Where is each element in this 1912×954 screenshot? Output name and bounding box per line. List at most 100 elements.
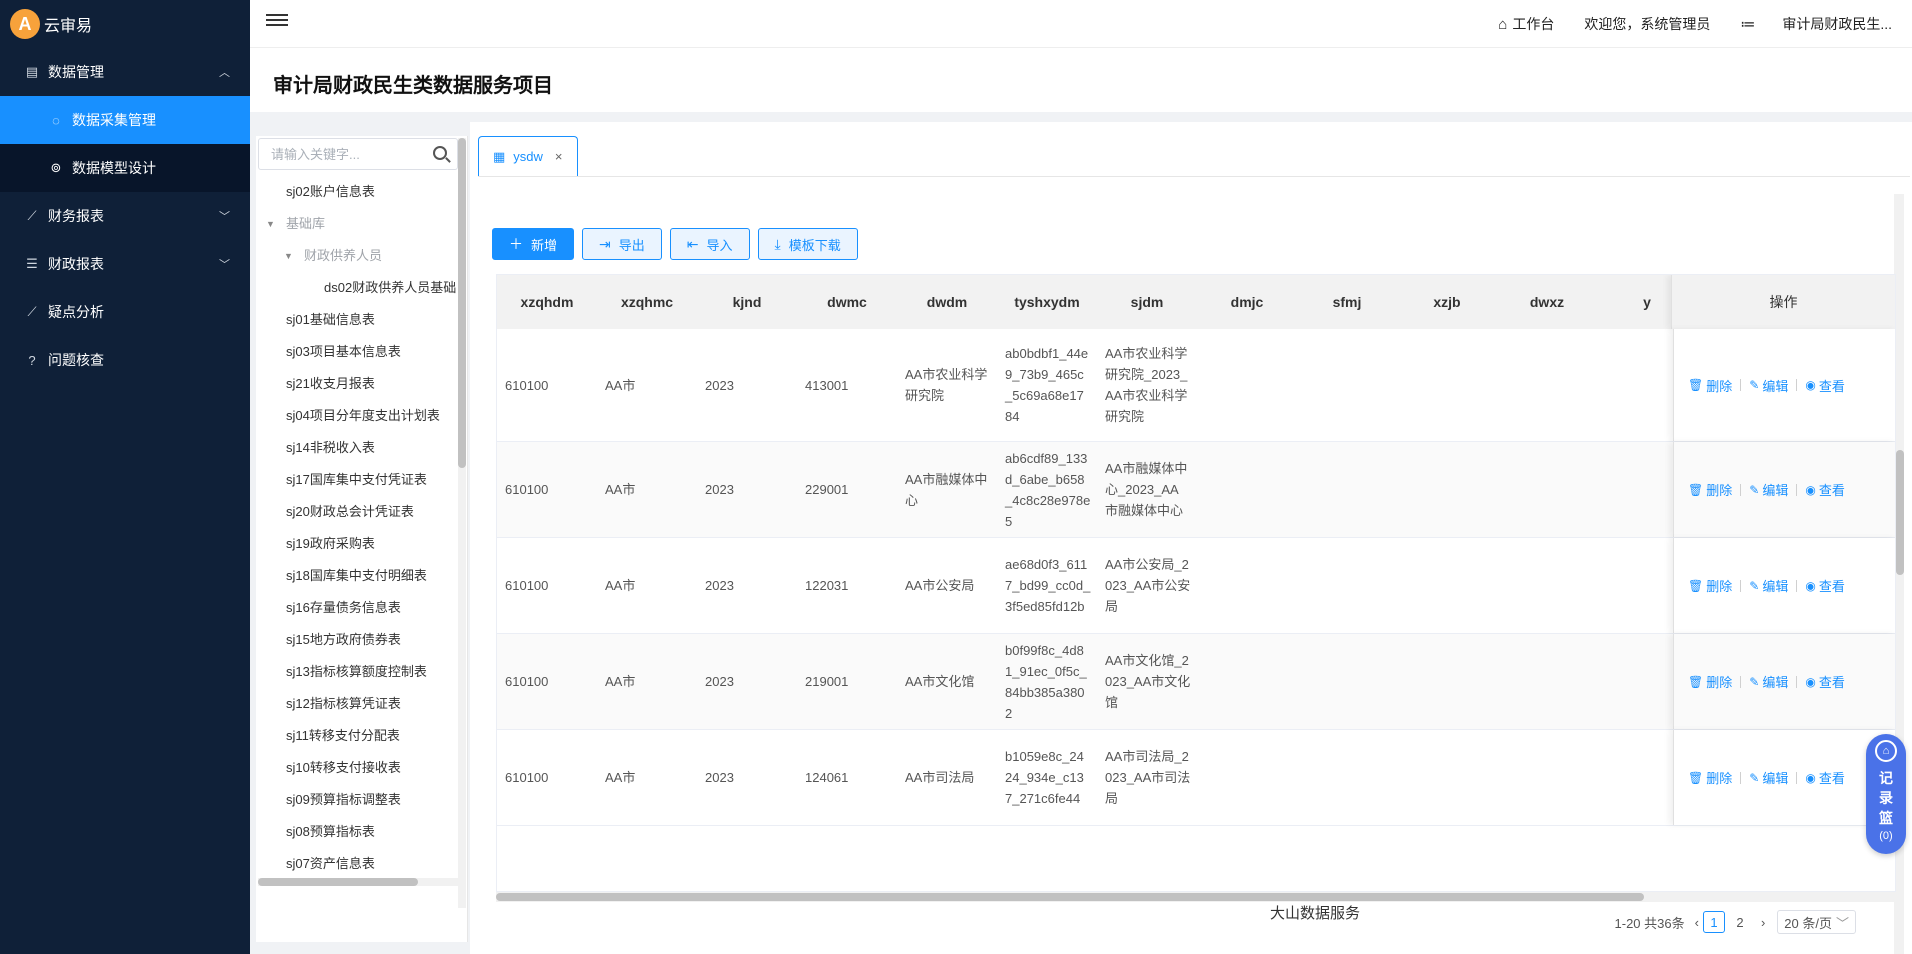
table-cell: 610100 [505,578,549,593]
table-cell [1397,634,1497,729]
tree-node-folder[interactable]: ▼ 基础库 [256,208,456,240]
org-switcher[interactable]: ≔ 审计局财政民生... [1740,14,1892,34]
column-header[interactable]: dwxz [1497,275,1597,329]
tree-node[interactable]: sj16存量债务信息表 [256,592,456,624]
menu-label: 财务报表 [48,208,104,224]
tree-node[interactable]: sj17国库集中支付凭证表 [256,464,456,496]
menu-data-management[interactable]: ▤ 数据管理 ︿ [0,48,250,96]
view-button[interactable]: ◉ 查看 [1805,768,1845,787]
separator [1796,379,1798,391]
tree-node[interactable]: sj13指标核算额度控制表 [256,656,456,688]
database-icon: ▤ [25,64,39,79]
view-button[interactable]: ◉ 查看 [1805,376,1845,395]
tree-node[interactable]: sj01基础信息表 [256,304,456,336]
edit-button[interactable]: ✎ 编辑 [1749,672,1788,691]
tree-search-input[interactable] [259,139,429,169]
logo[interactable]: A 云审易 [0,0,250,48]
edit-button[interactable]: ✎ 编辑 [1749,576,1788,595]
column-header[interactable]: xzjb [1397,275,1497,329]
menu-financial-reports[interactable]: ⟋ 财务报表 ﹀ [0,192,250,240]
search-icon[interactable] [433,146,447,160]
data-table: xzqhdm xzqhmc kjnd dwmc dwdm tyshxydm sj… [496,274,1896,892]
export-button[interactable]: ⇥ 导出 [582,228,662,260]
edit-button[interactable]: ✎ 编辑 [1749,376,1788,395]
tree-node[interactable]: sj07资产信息表 [256,848,456,876]
table-row: 610100 AA市 2023 122031 AA市公安局 ae68d0f3_6117_b… [497,538,1895,634]
tree-node[interactable]: sj20财政总会计凭证表 [256,496,456,528]
tree-node[interactable]: sj14非税收入表 [256,432,456,464]
prev-page-icon[interactable]: ‹ [1695,915,1699,930]
tree-node[interactable]: sj12指标核算凭证表 [256,688,456,720]
tree-node[interactable]: sj09预算指标调整表 [256,784,456,816]
plus-icon: ＋ [509,236,523,252]
tree-node[interactable]: sj08预算指标表 [256,816,456,848]
next-page-icon[interactable]: › [1761,915,1765,930]
tree-node[interactable]: sj11转移支付分配表 [256,720,456,752]
view-button[interactable]: ◉ 查看 [1805,576,1845,595]
tree-node[interactable]: sj18国库集中支付明细表 [256,560,456,592]
edit-button-label: 编辑 [1762,771,1789,786]
workbench-link[interactable]: ⌂ 工作台 [1498,14,1554,34]
table-cell: b1059e8c_2424_934e_c137_271c6fe44 [1005,749,1084,806]
tab-ysdw[interactable]: ▦ ysdw × [478,136,578,176]
column-header[interactable]: dwdm [897,275,997,329]
column-header[interactable]: sfmj [1297,275,1397,329]
tree-node[interactable]: sj10转移支付接收表 [256,752,456,784]
column-header[interactable]: sjdm [1097,275,1197,329]
sidebar-item-data-collection[interactable]: ◌ 数据采集管理 [0,96,250,144]
edit-icon: ✎ [1749,770,1760,785]
table-horizontal-scrollbar[interactable] [496,892,1896,902]
delete-button[interactable]: 🗑 删除 [1688,480,1732,499]
import-button[interactable]: ⇤ 导入 [669,228,750,260]
tree-node[interactable]: sj03项目基本信息表 [256,336,456,368]
menu-suspicious-analysis[interactable]: ⟋ 疑点分析 [0,288,250,336]
table-cell [1297,329,1397,441]
tree-node-folder[interactable]: ▼ 财政供养人员 [256,240,456,272]
edit-button[interactable]: ✎ 编辑 [1749,480,1788,499]
record-basket[interactable]: ⌂ 记 录 篮 (0) [1866,734,1906,854]
page-2[interactable]: 2 [1729,911,1751,933]
template-download-button[interactable]: ⤓ 模板下载 [757,228,858,260]
table-row: 610100 AA市 2023 124061 AA市司法局 b1059e8c_2424_9… [497,730,1895,826]
tree-node[interactable]: sj19政府采购表 [256,528,456,560]
table-cell: 2023 [705,770,734,785]
edit-button-label: 编辑 [1762,483,1789,498]
delete-button[interactable]: 🗑 删除 [1688,576,1732,595]
sidebar-item-data-model[interactable]: ⊚ 数据模型设计 [0,144,250,192]
column-header[interactable]: dwmc [797,275,897,329]
tree-node[interactable]: sj21收支月报表 [256,368,456,400]
add-button[interactable]: ＋ 新增 [492,228,575,260]
column-header[interactable]: xzqhmc [597,275,697,329]
column-header[interactable]: kjnd [697,275,797,329]
tree-horizontal-scrollbar[interactable] [258,878,458,886]
column-header[interactable]: dmjc [1197,275,1297,329]
delete-button[interactable]: 🗑 删除 [1688,768,1732,787]
column-header[interactable]: tyshxydm [997,275,1097,329]
table-cell: 413001 [805,377,849,393]
tree-vertical-scrollbar[interactable] [458,138,466,908]
close-icon[interactable]: × [555,149,563,164]
page-1[interactable]: 1 [1702,911,1725,933]
page-size-value: 20 条/页 [1784,915,1832,931]
collapse-menu-icon[interactable] [266,11,288,31]
table-cell: AA市 [605,482,636,497]
eye-icon: ◉ [1805,378,1816,392]
tree-node[interactable]: sj02账户信息表 [256,176,456,208]
column-header[interactable]: xzqhdm [497,275,597,329]
tree-node[interactable]: sj15地方政府债券表 [256,624,456,656]
table-row: 610100 AA市 2023 219001 AA市文化馆 b0f99f8c_4d81_9… [497,634,1895,730]
tree-node[interactable]: ds02财政供养人员基础 [256,272,456,304]
view-button[interactable]: ◉ 查看 [1805,480,1845,499]
tree-node[interactable]: sj04项目分年度支出计划表 [256,400,456,432]
table-cell: AA市公安局 [905,578,975,593]
delete-button[interactable]: 🗑 删除 [1688,376,1732,395]
delete-button[interactable]: 🗑 删除 [1688,672,1732,691]
page-size-select[interactable]: 20 条/页 ﹀ [1777,910,1856,934]
table-cell: 2023 [705,482,734,497]
view-button-label: 查看 [1818,771,1845,786]
tree-node-label: 基础库 [286,216,326,231]
menu-fiscal-reports[interactable]: ☰ 财政报表 ﹀ [0,240,250,288]
view-button[interactable]: ◉ 查看 [1805,672,1845,691]
edit-button[interactable]: ✎ 编辑 [1749,768,1788,787]
menu-issue-check[interactable]: ? 问题核查 [0,336,250,384]
